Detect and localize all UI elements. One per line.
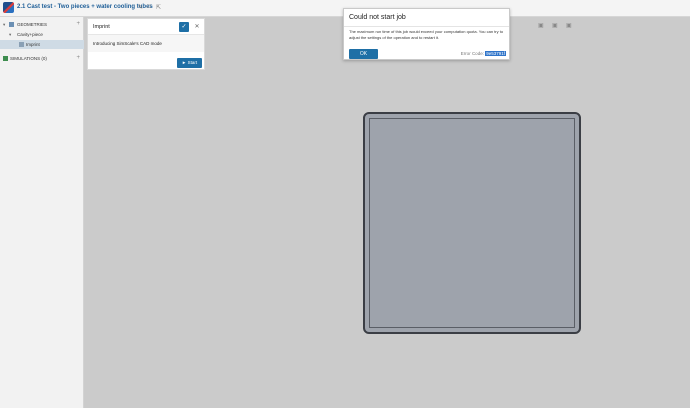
ok-button[interactable]: OK bbox=[349, 49, 378, 59]
edit-icon[interactable]: ✎ bbox=[138, 4, 143, 11]
tree-geometries-label: GEOMETRIES bbox=[17, 22, 48, 27]
error-code-line: Error Code: 9e53791f bbox=[461, 51, 506, 56]
error-code-value[interactable]: 9e53791f bbox=[485, 51, 506, 56]
app-logo-icon bbox=[3, 2, 14, 13]
confirm-button[interactable]: ✓ bbox=[179, 22, 189, 32]
tree-operation-item-label: Imprint bbox=[26, 42, 40, 47]
viewport-tool-icon[interactable]: ▣ bbox=[566, 22, 572, 29]
panel-description: Introducing SimScale's CAD mode bbox=[93, 41, 162, 46]
panel-title: Imprint bbox=[93, 24, 110, 30]
tree-operation-item[interactable]: Imprint bbox=[0, 40, 84, 49]
tree-simulations-label: SIMULATIONS (0) bbox=[10, 56, 47, 61]
dialog-message: The maximum run time of this job would e… bbox=[349, 29, 504, 40]
close-button[interactable]: ✕ bbox=[192, 22, 202, 32]
tree-simulations[interactable]: SIMULATIONS (0) + bbox=[0, 54, 84, 63]
error-code-label: Error Code: bbox=[460, 51, 484, 56]
start-button-label: Start bbox=[187, 60, 198, 65]
panel-header: Imprint ✓ ✕ bbox=[88, 19, 204, 35]
save-icon[interactable]: □ bbox=[147, 4, 151, 10]
cad-model-shape[interactable] bbox=[363, 112, 581, 334]
chevron-down-icon[interactable]: ▾ bbox=[9, 32, 11, 38]
dialog-title: Could not start job bbox=[349, 14, 406, 21]
panel-body: Introducing SimScale's CAD mode bbox=[88, 35, 204, 52]
divider bbox=[344, 26, 509, 27]
operation-icon bbox=[19, 42, 24, 47]
geometry-icon bbox=[9, 22, 14, 27]
chevron-down-icon[interactable]: ▾ bbox=[3, 22, 5, 28]
cad-model-inner-edge bbox=[369, 118, 575, 328]
tree-geometry-item[interactable]: ▾ Cavity+piece bbox=[0, 30, 84, 39]
simulation-icon bbox=[3, 56, 8, 61]
error-dialog: Could not start job The maximum run time… bbox=[343, 8, 510, 60]
tree-geometries[interactable]: ▾ GEOMETRIES + bbox=[0, 20, 84, 29]
viewport-tool-icon[interactable]: ▣ bbox=[552, 22, 558, 29]
add-geometry-icon[interactable]: + bbox=[76, 21, 80, 27]
project-tree-sidebar: ▾ GEOMETRIES + ▾ Cavity+piece Imprint SI… bbox=[0, 17, 84, 408]
checkmark-icon: ✓ bbox=[181, 24, 187, 30]
start-button[interactable]: ► Start bbox=[177, 58, 202, 68]
share-icon[interactable]: ⇱ bbox=[156, 4, 161, 11]
project-title: 2.1 Cast test - Two pieces + water cooli… bbox=[17, 4, 153, 10]
tree-geometry-item-label: Cavity+piece bbox=[17, 32, 43, 37]
viewport-tool-icon[interactable]: ▣ bbox=[538, 22, 544, 29]
close-icon: ✕ bbox=[194, 24, 200, 30]
imprint-panel: Imprint ✓ ✕ Introducing SimScale's CAD m… bbox=[87, 18, 205, 70]
add-simulation-icon[interactable]: + bbox=[76, 55, 80, 61]
